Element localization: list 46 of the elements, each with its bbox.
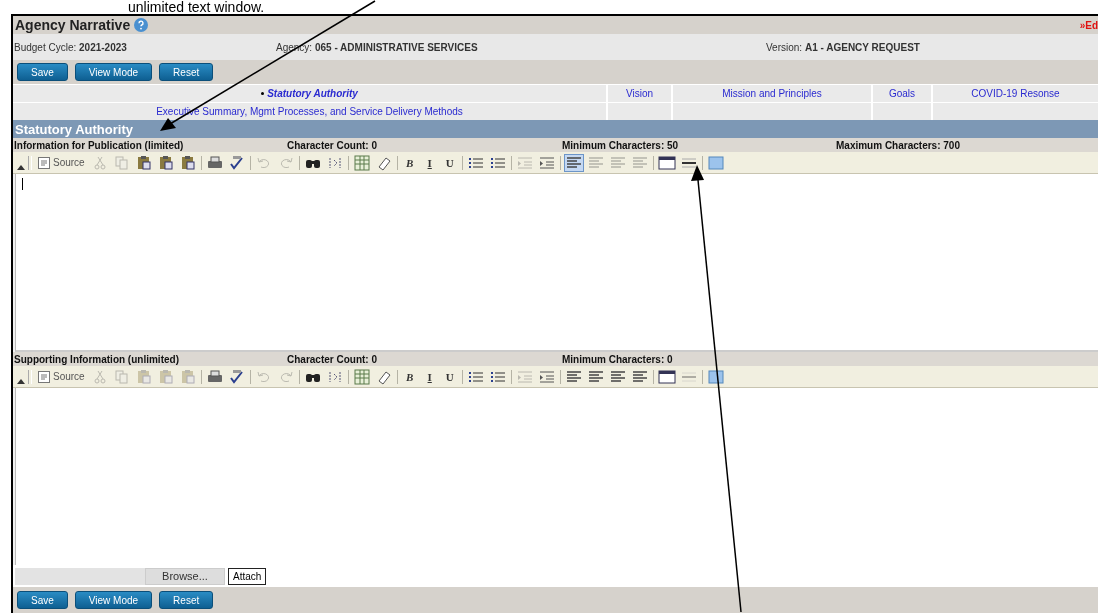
view-mode-button[interactable]: View Mode <box>74 63 153 81</box>
page-title: Agency Narrative <box>15 17 131 33</box>
save-button[interactable]: Save <box>17 63 68 81</box>
character-count: Character Count: 0 <box>287 353 378 365</box>
character-count: Character Count: 0 <box>287 139 378 151</box>
help-icon[interactable] <box>134 18 149 32</box>
format-button[interactable]: U <box>440 367 459 386</box>
format-button[interactable]: B <box>400 153 419 172</box>
editor-label: Supporting Information (unlimited) <box>13 353 180 365</box>
align-icon[interactable] <box>563 153 584 172</box>
image-icon[interactable] <box>705 367 726 386</box>
collapse-icon[interactable] <box>17 163 25 170</box>
minimum-characters: Minimum Characters: 0 <box>561 353 674 365</box>
source-icon <box>38 370 50 383</box>
format-button[interactable]: B <box>400 367 419 386</box>
table-icon[interactable] <box>351 153 372 172</box>
source-button[interactable]: Source <box>35 367 88 386</box>
nav-link[interactable]: Goals <box>888 88 916 99</box>
reset-button[interactable]: Reset <box>159 591 214 609</box>
view-mode-button[interactable]: View Mode <box>74 591 153 609</box>
annotation-text: unlimited text window. <box>128 0 265 14</box>
collapse-icon[interactable] <box>17 377 25 384</box>
save-button[interactable]: Save <box>17 591 68 609</box>
format-button[interactable]: U <box>440 153 459 172</box>
file-path-field[interactable] <box>15 567 145 585</box>
nav-link[interactable]: Mission and Principles <box>722 88 822 99</box>
source-button[interactable]: Source <box>35 153 88 172</box>
info-text: Budget Cycle: 2021-2023 <box>14 41 128 53</box>
maximum-characters: Maximum Characters: 700 <box>836 139 960 151</box>
source-icon <box>38 156 50 169</box>
block-icon[interactable] <box>656 153 677 172</box>
reset-button[interactable]: Reset <box>159 63 214 81</box>
nav-link[interactable]: COVID-19 Resonse <box>971 88 1060 99</box>
section-header: Statutory Authority <box>13 120 1098 138</box>
nav-link[interactable]: Statutory Authority <box>261 88 358 99</box>
format-button[interactable]: I <box>420 367 439 386</box>
text-cursor <box>22 178 23 190</box>
minimum-characters: Minimum Characters: 50 <box>561 139 680 151</box>
editor-label: Information for Publication (limited) <box>13 139 185 151</box>
nav-link[interactable]: Vision <box>625 88 654 99</box>
browse-button[interactable]: Browse... <box>145 567 225 585</box>
attach-button[interactable]: Attach <box>228 567 267 585</box>
block-icon[interactable] <box>656 367 677 386</box>
table-icon[interactable] <box>351 367 372 386</box>
format-button[interactable]: I <box>420 153 439 172</box>
info-text: Version: A1 - AGENCY REQUEST <box>766 41 920 53</box>
